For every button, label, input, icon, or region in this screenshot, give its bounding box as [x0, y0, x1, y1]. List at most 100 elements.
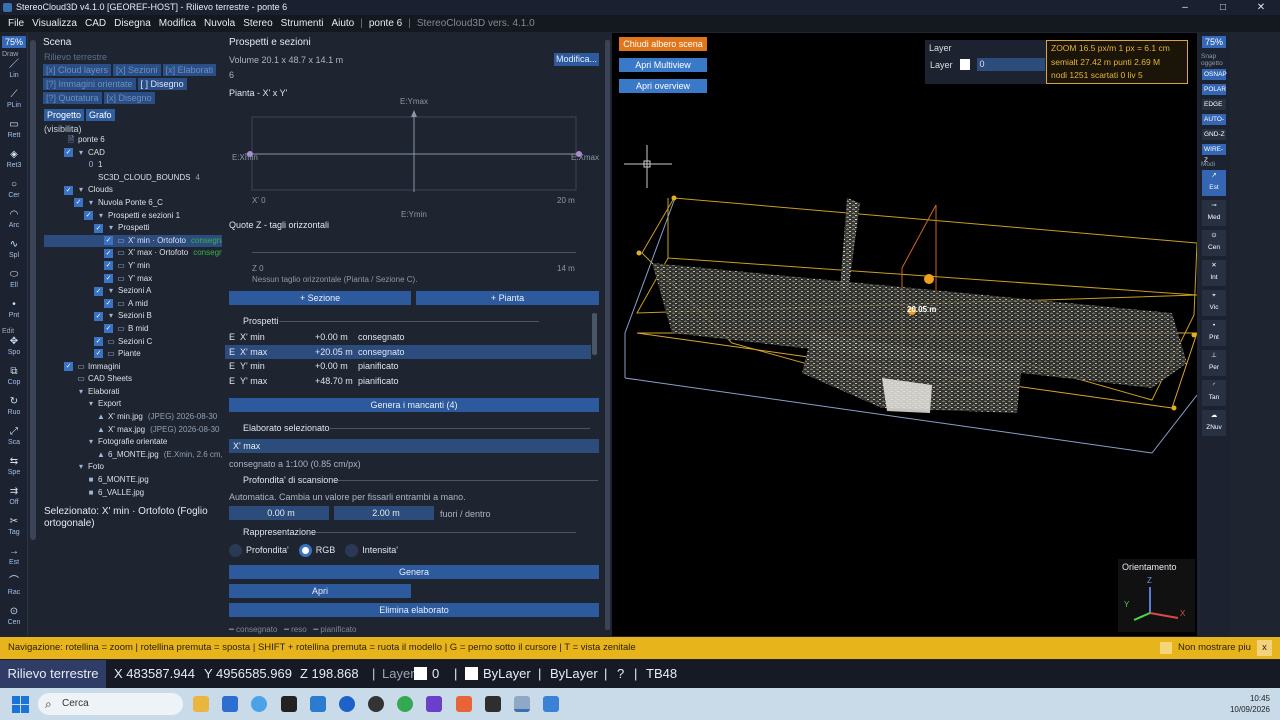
windows-start-icon[interactable] [12, 696, 29, 713]
layer-color-swatch[interactable] [959, 59, 970, 70]
open-multiview-button[interactable]: Apri Multiview [619, 58, 707, 72]
menu-cad[interactable]: CAD [85, 18, 106, 29]
tree-item[interactable]: 🗎 ponte 6 [44, 134, 222, 147]
visibility-checkbox[interactable] [74, 161, 83, 170]
console-icon[interactable] [485, 696, 501, 712]
terminal-icon[interactable] [281, 696, 297, 712]
visibility-checkbox[interactable] [74, 475, 83, 484]
visibility-checkbox[interactable]: ✓ [94, 336, 103, 346]
close-button[interactable]: ✕ [1242, 0, 1280, 15]
status-help[interactable]: ? [617, 660, 624, 688]
delete-button[interactable]: Elimina elaborato [229, 603, 599, 617]
tool-off-button[interactable]: ⇉ Off [1, 485, 27, 515]
generate-missing-button[interactable]: Genera i mancanti (4) [229, 398, 599, 412]
orientation-widget[interactable]: Orientamento Z Y X [1118, 559, 1195, 632]
left-scrollbar[interactable] [30, 40, 36, 540]
tool-rac-button[interactable]: ⌒ Rac [1, 575, 27, 605]
tool-tag-button[interactable]: ✂ Tag [1, 515, 27, 545]
tree-item[interactable]: ✓ ▾ Prospetti e sezioni 1 [44, 210, 222, 223]
depth-out-field[interactable]: 0.00 m [229, 506, 329, 520]
visibility-checkbox[interactable] [64, 463, 73, 472]
tool-plin-button[interactable]: ⟋ PLin [1, 88, 27, 118]
tool-sca-button[interactable]: ⤢ Sca [1, 425, 27, 455]
tool-spe-button[interactable]: ⇆ Spe [1, 455, 27, 485]
generate-button[interactable]: Genera [229, 565, 599, 579]
zoom-percent-button[interactable]: 75% [2, 36, 26, 48]
visibility-checkbox[interactable] [74, 173, 83, 182]
rep-depth-radio[interactable] [229, 543, 242, 557]
tool-arc-button[interactable]: ◠ Arc [1, 208, 27, 238]
stereocloud-taskbar-icon[interactable] [514, 696, 530, 712]
tree-item[interactable]: ✓ ▾ Clouds [44, 184, 222, 197]
status-linetype-bylayer[interactable]: ByLayer [550, 660, 598, 688]
visibility-checkbox[interactable] [84, 412, 93, 421]
weather-icon[interactable] [251, 696, 267, 712]
menu-stereo[interactable]: Stereo [243, 18, 272, 29]
mode-cen-button[interactable]: ⊙ Cen [1202, 230, 1226, 256]
snap-gndz-button[interactable]: GND-Z [1202, 129, 1226, 140]
tree-item[interactable]: SC3D_CLOUD_BOUNDS 4 [44, 172, 222, 185]
visibility-checkbox[interactable]: ✓ [104, 261, 113, 271]
mode-pnt-button[interactable]: • Pnt [1202, 320, 1226, 346]
mode-int-button[interactable]: ✕ Int [1202, 260, 1226, 286]
tree-item[interactable]: ✓ ▭ Immagini [44, 361, 222, 374]
taskbar-clock[interactable]: 10:45 10/09/2026 [1230, 693, 1270, 715]
visibility-checkbox[interactable]: ✓ [104, 236, 113, 246]
tree-item[interactable]: ✓ ▾ CAD [44, 147, 222, 160]
mode-znuv-button[interactable]: ☁ ZNuv [1202, 410, 1226, 436]
layer-select[interactable]: 0 [976, 58, 1045, 71]
visibility-checkbox[interactable]: ✓ [104, 273, 113, 283]
tool-ruo-button[interactable]: ↻ Ruo [1, 395, 27, 425]
mode-indicator[interactable]: Rilievo terrestre [0, 660, 106, 688]
menu-file[interactable]: File [8, 18, 24, 29]
rep-rgb-radio[interactable] [298, 543, 312, 557]
tool-est-button[interactable]: → Est [1, 545, 27, 575]
close-scene-tree-button[interactable]: Chiudi albero scena [619, 37, 707, 51]
right-zoom-percent-button[interactable]: 75% [1202, 36, 1226, 48]
tree-item[interactable]: ✓ ▾ Prospetti [44, 222, 222, 235]
app-taskbar-icon[interactable] [543, 696, 559, 712]
maximize-button[interactable]: □ [1204, 0, 1242, 15]
snap-auto-button[interactable]: AUTO- [1202, 114, 1226, 125]
tool-spl-button[interactable]: ∿ Spl [1, 238, 27, 268]
visibility-checkbox[interactable] [74, 488, 83, 497]
visibility-checkbox[interactable] [54, 135, 63, 144]
visibility-checkbox[interactable]: ✓ [64, 147, 73, 157]
store-icon[interactable] [222, 696, 238, 712]
viewport-3d[interactable]: Chiudi albero scena Apri Multiview Apri … [612, 33, 1198, 636]
visibility-checkbox[interactable]: ✓ [104, 248, 113, 258]
tree-item[interactable]: ▾ Fotografie orientate [44, 436, 222, 449]
file-explorer-icon[interactable] [193, 696, 209, 712]
tool-ell-button[interactable]: ⬭ Ell [1, 268, 27, 298]
visibility-checkbox[interactable]: ✓ [64, 185, 73, 195]
menu-nuvola[interactable]: Nuvola [204, 18, 235, 29]
mid-scrollbar[interactable] [605, 40, 610, 630]
chatgpt-icon[interactable] [368, 696, 384, 712]
visual-studio-icon[interactable] [426, 696, 442, 712]
menu-strumenti[interactable]: Strumenti [281, 18, 324, 29]
snap-wirez-button[interactable]: WIRE-Z [1202, 144, 1226, 164]
snap-osnap-button[interactable]: OSNAP [1202, 69, 1227, 80]
open-overview-button[interactable]: Apri overview [619, 79, 707, 93]
mode-est-button[interactable]: ↗ Est [1202, 170, 1226, 196]
prospetto-row[interactable]: E X' min +0.00 m consegnato [225, 330, 591, 345]
tree-item[interactable]: ✓ ▭X' max · Ortofoto consegnato [44, 247, 222, 260]
modify-button[interactable]: Modifica... [554, 53, 599, 66]
visibility-checkbox[interactable]: ✓ [104, 324, 113, 334]
tool-cen-button[interactable]: ⊙ Cen [1, 605, 27, 635]
menu-aiuto[interactable]: Aiuto [331, 18, 354, 29]
tree-item[interactable]: 01 [44, 159, 222, 172]
open-button[interactable]: Apri [229, 584, 411, 598]
tool-ret3-button[interactable]: ◈ Ret3 [1, 148, 27, 178]
tool-cer-button[interactable]: ○ Cer [1, 178, 27, 208]
visibility-checkbox[interactable] [64, 387, 73, 396]
visibility-checkbox[interactable]: ✓ [94, 311, 103, 321]
tool-lin-button[interactable]: ／ Lin [1, 58, 27, 88]
vscode-icon[interactable] [310, 696, 326, 712]
chrome-icon[interactable] [397, 696, 413, 712]
visibility-checkbox[interactable] [74, 400, 83, 409]
claude-icon[interactable] [456, 696, 472, 712]
visibility-checkbox[interactable]: ✓ [94, 223, 103, 233]
status-layer-swatch[interactable] [414, 667, 427, 680]
tree-item[interactable]: ✓ ▭ Y' max [44, 273, 222, 286]
